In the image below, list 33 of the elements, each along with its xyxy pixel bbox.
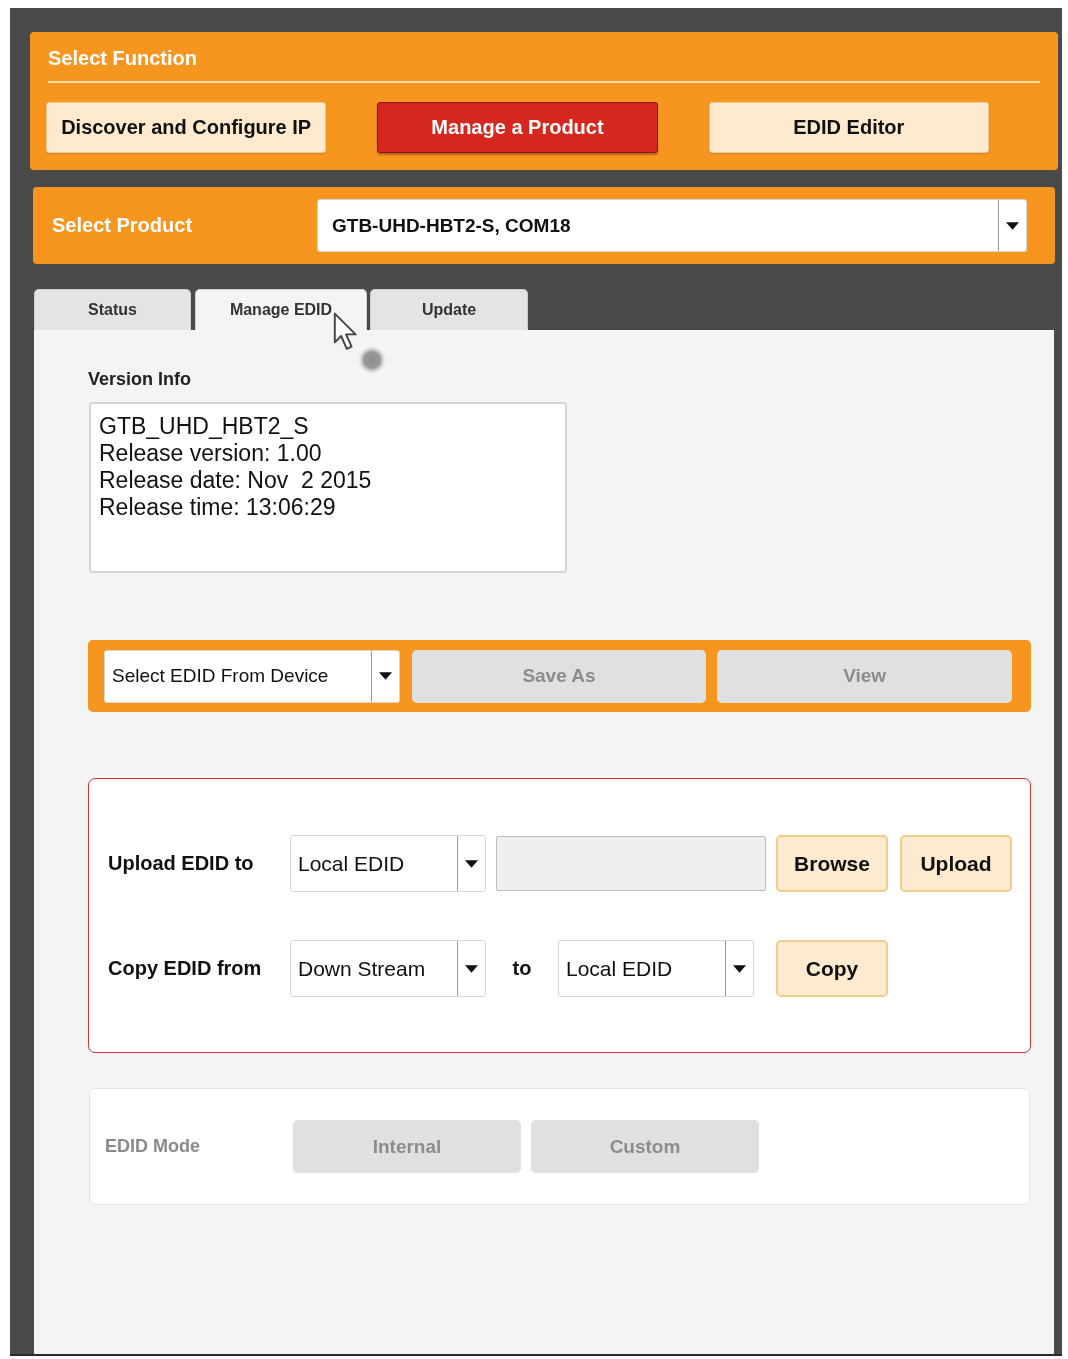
info-text-line: Release time: 13:06:29 bbox=[99, 494, 337, 521]
caret-down-icon bbox=[378, 672, 392, 680]
source-dropdown[interactable]: Down Stream bbox=[290, 940, 486, 997]
target-dropdown[interactable]: Local EDID bbox=[558, 940, 754, 997]
mode-label: EDID Mode bbox=[105, 1136, 201, 1157]
caret-down-icon bbox=[1006, 221, 1019, 230]
caret-down-icon bbox=[465, 859, 478, 868]
product-dropdown[interactable]: GTB-UHD-HBT2-S, COM18 bbox=[317, 199, 1027, 252]
action-button[interactable]: Browse bbox=[776, 835, 888, 892]
click-indicator-icon bbox=[357, 345, 387, 375]
panel-title: Select Function bbox=[48, 32, 1040, 83]
joiner-label: to bbox=[511, 957, 533, 980]
version-info-field[interactable]: GTB_UHD_HBT2_S Release version: 1.00 Release date: Nov 2 2015 Release time: 13:06:29 bbox=[89, 402, 567, 573]
function-button[interactable]: Manage a Product bbox=[377, 102, 658, 153]
row-label: Upload EDID to bbox=[108, 852, 255, 875]
action-button[interactable]: Copy bbox=[776, 940, 888, 997]
target-dropdown[interactable]: Local EDID bbox=[290, 835, 486, 892]
tab[interactable]: Manage EDID bbox=[195, 289, 367, 330]
function-button[interactable]: Discover and Configure IP bbox=[46, 102, 327, 153]
section-label: Version Info bbox=[88, 368, 193, 391]
tab[interactable]: Status bbox=[34, 289, 191, 330]
caret-down-icon bbox=[465, 964, 478, 973]
action-button[interactable]: Upload bbox=[900, 835, 1012, 892]
info-text-line: GTB_UHD_HBT2_S bbox=[99, 413, 310, 440]
file-path-field[interactable] bbox=[496, 836, 766, 891]
tab[interactable]: Update bbox=[370, 289, 528, 330]
function-button[interactable]: EDID Editor bbox=[708, 102, 989, 153]
info-text-line: Release date: Nov 2 2015 bbox=[99, 467, 373, 494]
row-label: Copy EDID from bbox=[108, 957, 263, 980]
caret-down-icon bbox=[733, 964, 746, 973]
edid-source-dropdown[interactable]: Select EDID From Device bbox=[104, 649, 400, 703]
panel-label: Select Product bbox=[52, 214, 194, 237]
info-text-line: Release version: 1.00 bbox=[99, 440, 323, 467]
